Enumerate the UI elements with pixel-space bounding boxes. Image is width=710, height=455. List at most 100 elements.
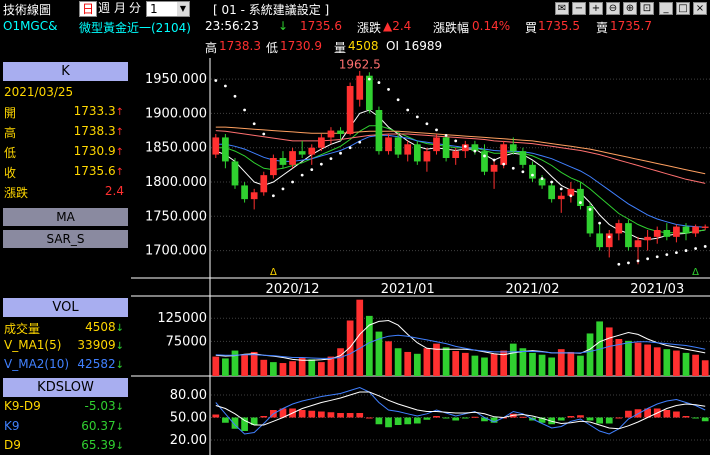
k-row-close: 收 1735.6↑ bbox=[0, 164, 130, 182]
zoom-out-icon[interactable]: ⊖ bbox=[606, 2, 620, 15]
volume-bar bbox=[452, 351, 460, 376]
sar-dot bbox=[521, 170, 525, 174]
volume-bar bbox=[404, 351, 412, 376]
k-row-label: 開 bbox=[4, 106, 17, 120]
volume-bar bbox=[692, 354, 699, 376]
volume-bar bbox=[519, 348, 527, 376]
sar-dot bbox=[214, 79, 218, 82]
period-tab-week[interactable]: 週 bbox=[96, 1, 112, 15]
kd-histogram-bar bbox=[673, 411, 680, 418]
kd-row-value: 65.39↓ bbox=[81, 438, 124, 452]
strategy-label[interactable]: [ 01 - 系統建議設定 ] bbox=[213, 1, 329, 18]
kd-histogram-bar bbox=[577, 415, 584, 418]
price-tick-label: 1700.000 bbox=[145, 244, 207, 259]
kd-histogram-bar bbox=[442, 417, 450, 419]
menu-label[interactable]: 技術線圖 bbox=[3, 1, 51, 18]
sar-dot bbox=[598, 221, 602, 225]
restore-icon[interactable]: ⊡ bbox=[640, 2, 654, 15]
interval-select[interactable]: 1 ▼ bbox=[146, 1, 190, 17]
chevron-down-icon[interactable]: ▼ bbox=[177, 2, 189, 16]
sar-dot bbox=[243, 108, 246, 112]
candle-body bbox=[442, 137, 450, 158]
chart-area[interactable]: 1950.000 1900.000 1850.000 1800.000 1750.000… bbox=[131, 58, 710, 455]
kd-histogram-bar bbox=[212, 414, 220, 418]
toolbar: 技術線圖 日 週 月 分 1 ▼ [ 01 - 系統建議設定 ] ✉ − + ⊖… bbox=[0, 0, 710, 17]
kd-row-label: D9 bbox=[4, 438, 21, 452]
kd-histogram-bar bbox=[222, 417, 229, 423]
candle-body bbox=[701, 226, 709, 228]
period-tab-day[interactable]: 日 bbox=[79, 1, 98, 17]
kd-panel-title[interactable]: KDSLOW bbox=[3, 378, 128, 397]
sar-dot bbox=[540, 177, 544, 180]
volume-bar bbox=[634, 342, 642, 376]
close-icon[interactable]: × bbox=[693, 2, 707, 15]
k-row-value: 1733.3↑ bbox=[73, 104, 124, 118]
candle-body bbox=[356, 75, 364, 100]
kd-histogram-bar bbox=[298, 410, 306, 418]
sar-dot bbox=[310, 168, 314, 172]
bid-value: 1735.5 bbox=[538, 19, 580, 33]
minus-icon[interactable]: − bbox=[572, 2, 586, 15]
volume-bar bbox=[260, 359, 268, 376]
volume-bar bbox=[222, 358, 229, 376]
volume-bar bbox=[538, 354, 546, 376]
price-tick-label: 1750.000 bbox=[145, 209, 207, 224]
vol-row: V_MA1(5) 33909↓ bbox=[0, 338, 130, 355]
mail-icon[interactable]: ✉ bbox=[555, 2, 569, 15]
vol-panel-title[interactable]: VOL bbox=[3, 298, 128, 317]
volume-bar bbox=[586, 333, 594, 376]
volume-bar bbox=[461, 352, 469, 376]
kd-histogram-bar bbox=[346, 413, 354, 418]
kd-histogram-bar bbox=[404, 417, 412, 425]
candle-body bbox=[337, 130, 344, 134]
candle-body bbox=[596, 233, 604, 248]
sar-dot bbox=[463, 144, 467, 148]
volume-bar bbox=[548, 357, 556, 376]
kd-row: K9 60.37↓ bbox=[0, 419, 130, 436]
zoom-in-icon[interactable]: ⊕ bbox=[623, 2, 637, 15]
period-tab-minute[interactable]: 分 bbox=[127, 1, 143, 15]
low-value: 1730.9 bbox=[280, 39, 322, 53]
kd-histogram-bar bbox=[260, 416, 268, 418]
volume-tick-label: 75000 bbox=[166, 334, 207, 349]
last-price: 1735.6 bbox=[300, 19, 342, 33]
period-tab-month[interactable]: 月 bbox=[112, 1, 128, 15]
volume-bar bbox=[653, 347, 661, 376]
k-row-label: 高 bbox=[4, 126, 17, 140]
sar-signal-mark: Δ bbox=[692, 267, 699, 278]
k-panel-title[interactable]: K bbox=[3, 62, 128, 81]
volume-bar bbox=[279, 363, 287, 376]
volume-bar bbox=[490, 353, 498, 376]
vol-row-value: 4508↓ bbox=[85, 320, 124, 334]
change-label: 漲跌 bbox=[357, 21, 382, 35]
candle-body bbox=[375, 110, 383, 152]
volume-bar bbox=[241, 354, 248, 376]
plus-icon[interactable]: + bbox=[589, 2, 603, 15]
sar-dot bbox=[300, 173, 304, 177]
sar-dot bbox=[396, 98, 400, 102]
vol-panel: VOL 成交量 4508↓ V_MA1(5) 33909↓ V_MA2(10) … bbox=[0, 297, 130, 375]
sar-dot bbox=[569, 194, 573, 198]
candle-body bbox=[231, 161, 239, 186]
quote-line-2: 高 1738.3 低 1730.9 量 4508 OI 16989 bbox=[0, 38, 710, 55]
sar-dot bbox=[550, 180, 554, 184]
price-annotation: 1962.5 bbox=[339, 58, 381, 72]
k-row-label: 收 bbox=[4, 166, 17, 180]
price-tick-label: 1900.000 bbox=[145, 106, 207, 121]
sar-dot bbox=[694, 247, 698, 250]
sar-indicator-button[interactable]: SAR_S bbox=[3, 230, 128, 248]
candle-body bbox=[270, 158, 277, 176]
kd-histogram-bar bbox=[423, 417, 431, 420]
kd-histogram-bar bbox=[682, 416, 690, 418]
kd-row: K9-D9 -5.03↓ bbox=[0, 399, 130, 416]
kd-histogram-bar bbox=[385, 417, 392, 428]
candle-body bbox=[385, 137, 392, 152]
maximize-icon[interactable]: □ bbox=[676, 2, 690, 15]
minimize-icon[interactable]: _ bbox=[659, 2, 673, 15]
volume-bar bbox=[625, 340, 632, 376]
candle-body bbox=[692, 226, 699, 234]
ma-indicator-button[interactable]: MA bbox=[3, 208, 128, 226]
low-label: 低 bbox=[266, 41, 279, 55]
k-panel-date: 2021/03/25 bbox=[4, 85, 74, 99]
volume-bar bbox=[481, 357, 488, 376]
